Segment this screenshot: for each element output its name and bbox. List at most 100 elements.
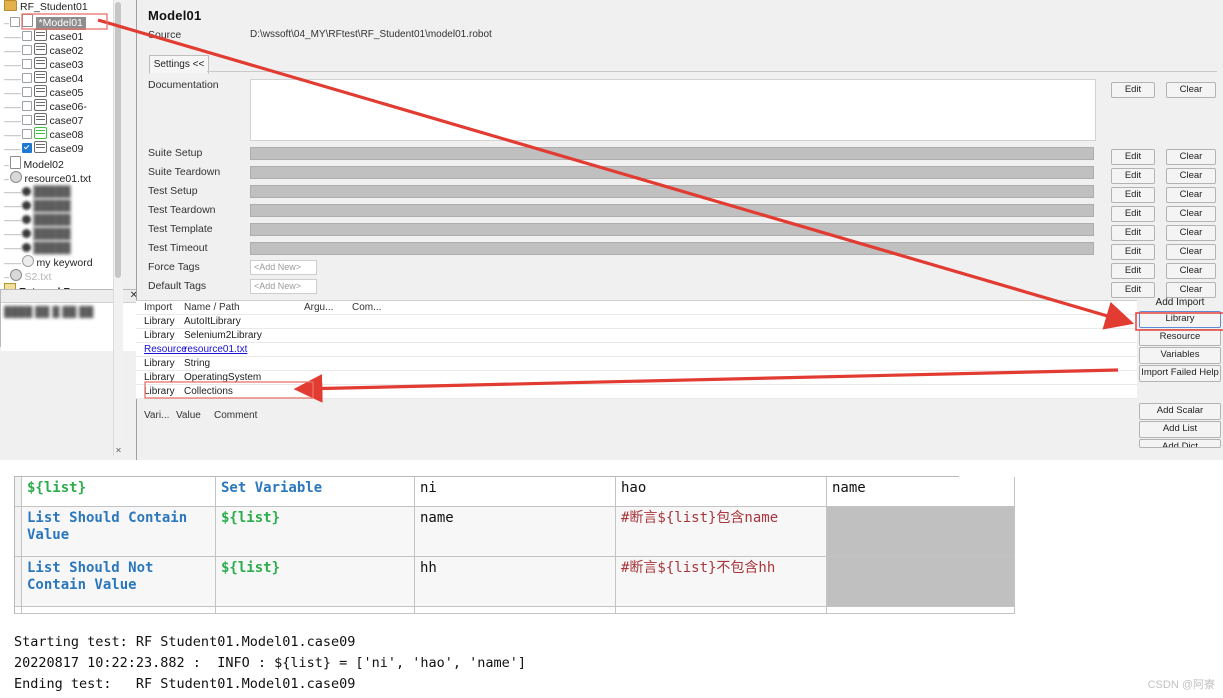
tree-checkbox[interactable] (21, 143, 32, 153)
grid-cell[interactable]: Set Variable (215, 477, 415, 507)
test-case-grid[interactable]: ${list} Set Variable ni hao name List Should … (14, 476, 1015, 614)
project-tree-panel[interactable]: RF_Student01– *Model01 –––– case01 –––– ca… (0, 0, 113, 292)
tree-item-blurred-17[interactable]: –––– █████ (0, 241, 113, 255)
grid-cell[interactable]: #断言${list}包含name (615, 506, 827, 557)
documentation-textarea[interactable] (250, 79, 1096, 141)
setting-field-test-template[interactable] (250, 223, 1094, 236)
grid-cell[interactable]: hao (615, 477, 827, 507)
tree-item-my-keyword[interactable]: –––– my keyword (0, 255, 113, 269)
tree-checkbox[interactable] (21, 87, 32, 97)
clear-button[interactable]: Clear (1166, 187, 1216, 203)
add-list-button[interactable]: Add List (1139, 421, 1221, 438)
tree-item-case02[interactable]: –––– case02 (0, 43, 113, 57)
add-resource-button[interactable]: Resource (1139, 329, 1221, 346)
grid-cell[interactable]: ${list} (215, 506, 415, 557)
import-name[interactable]: resource01.txt (184, 343, 304, 356)
tree-checkbox[interactable] (21, 115, 32, 125)
tree-item-case04[interactable]: –––– case04 (0, 71, 113, 85)
clear-button[interactable]: Clear (1166, 82, 1216, 98)
grid-cell-empty[interactable] (826, 606, 1015, 614)
setting-field-test-teardown[interactable] (250, 204, 1094, 217)
add-scalar-button[interactable]: Add Scalar (1139, 403, 1221, 420)
add-dict-button[interactable]: Add Dict (1139, 439, 1221, 448)
tree-item-case06-[interactable]: –––– case06- (0, 99, 113, 113)
clear-button[interactable]: Clear (1166, 263, 1216, 279)
tree-item--model01[interactable]: – *Model01 (0, 14, 113, 30)
setting-field-suite-setup[interactable] (250, 147, 1094, 160)
imports-table-row[interactable]: Library Collections (136, 385, 1137, 399)
grid-cell[interactable]: name (826, 477, 1015, 507)
tree-checkbox[interactable] (21, 101, 32, 111)
grid-cell[interactable] (826, 556, 1015, 607)
import-failed-help-button[interactable]: Import Failed Help (1139, 365, 1221, 382)
imports-table[interactable]: Import Name / Path Argu... Com... Library Aut… (136, 300, 1137, 399)
tree-checkbox[interactable] (21, 31, 32, 41)
edit-button[interactable]: Edit (1111, 282, 1155, 298)
tree-checkbox[interactable] (21, 129, 32, 139)
clear-button[interactable]: Clear (1166, 244, 1216, 260)
tree-item-case08[interactable]: –––– case08 (0, 127, 113, 141)
edit-button[interactable]: Edit (1111, 149, 1155, 165)
setting-field-test-setup[interactable] (250, 185, 1094, 198)
grid-row[interactable]: List Should Contain Value ${list} name #断言$… (15, 506, 1015, 557)
tree-item-rf-student01[interactable]: RF_Student01 (0, 0, 113, 14)
imports-table-row[interactable]: Resourceresource01.txt (136, 343, 1137, 357)
tree-scrollbar[interactable]: ✕ (113, 0, 123, 456)
setting-tag-default-tags[interactable]: <Add New> (250, 279, 317, 294)
grid-cell[interactable]: hh (414, 556, 616, 607)
clear-button[interactable]: Clear (1166, 168, 1216, 184)
tree-item-blurred-13[interactable]: –––– █████ (0, 185, 113, 199)
tree-item-case01[interactable]: –––– case01 (0, 29, 113, 43)
clear-button[interactable]: Clear (1166, 225, 1216, 241)
edit-button[interactable]: Edit (1111, 263, 1155, 279)
tree-checkbox[interactable] (21, 45, 32, 55)
imports-table-row[interactable]: Library OperatingSystem (136, 371, 1137, 385)
clear-button[interactable]: Clear (1166, 282, 1216, 298)
grid-cell[interactable]: #断言${list}不包含hh (615, 556, 827, 607)
tree-scrollbar-thumb[interactable] (115, 2, 121, 278)
edit-button[interactable]: Edit (1111, 225, 1155, 241)
grid-cell[interactable]: List Should Not Contain Value (21, 556, 216, 607)
add-library-button[interactable]: Library (1139, 311, 1221, 328)
grid-cell-empty[interactable] (615, 606, 827, 614)
setting-field-test-timeout[interactable] (250, 242, 1094, 255)
grid-cell[interactable]: ni (414, 477, 616, 507)
tree-item-resource01-txt[interactable]: – resource01.txt (0, 171, 113, 185)
tree-checkbox[interactable] (21, 59, 32, 69)
tree-item-case05[interactable]: –––– case05 (0, 85, 113, 99)
tab-settings[interactable]: Settings << (149, 55, 209, 74)
edit-button[interactable]: Edit (1111, 244, 1155, 260)
clear-button[interactable]: Clear (1166, 206, 1216, 222)
tree-item-blurred-16[interactable]: –––– █████ (0, 227, 113, 241)
tree-item-case03[interactable]: –––– case03 (0, 57, 113, 71)
grid-row[interactable]: List Should Not Contain Value ${list} hh #断… (15, 556, 1015, 607)
grid-cell-empty[interactable] (21, 606, 216, 614)
grid-cell[interactable] (826, 506, 1015, 557)
tree-item-case09[interactable]: –––– case09 (0, 141, 113, 155)
grid-cell-empty[interactable] (414, 606, 616, 614)
tree-checkbox[interactable] (21, 73, 32, 83)
tree-checkbox[interactable] (9, 17, 20, 27)
setting-tag-force-tags[interactable]: <Add New> (250, 260, 317, 275)
tree-item-model02[interactable]: – Model02 (0, 156, 113, 171)
grid-cell[interactable]: ${list} (21, 477, 216, 507)
tree-item-blurred-15[interactable]: –––– █████ (0, 213, 113, 227)
imports-table-row[interactable]: Library Selenium2Library (136, 329, 1137, 343)
grid-cell[interactable]: name (414, 506, 616, 557)
tree-item-blurred-14[interactable]: –––– █████ (0, 199, 113, 213)
grid-row[interactable]: ${list} Set Variable ni hao name (15, 477, 1015, 507)
edit-button[interactable]: Edit (1111, 187, 1155, 203)
setting-field-suite-teardown[interactable] (250, 166, 1094, 179)
grid-cell[interactable]: List Should Contain Value (21, 506, 216, 557)
clear-button[interactable]: Clear (1166, 149, 1216, 165)
grid-cell-empty[interactable] (215, 606, 415, 614)
tree-item-s2-txt[interactable]: – S2.txt (0, 269, 113, 283)
tree-item-case07[interactable]: –––– case07 (0, 113, 113, 127)
edit-button[interactable]: Edit (1111, 82, 1155, 98)
grid-row-empty[interactable] (15, 606, 1015, 614)
edit-button[interactable]: Edit (1111, 168, 1155, 184)
imports-table-row[interactable]: Library AutoItLibrary (136, 315, 1137, 329)
imports-table-row[interactable]: Library String (136, 357, 1137, 371)
grid-cell[interactable]: ${list} (215, 556, 415, 607)
add-variables-button[interactable]: Variables (1139, 347, 1221, 364)
